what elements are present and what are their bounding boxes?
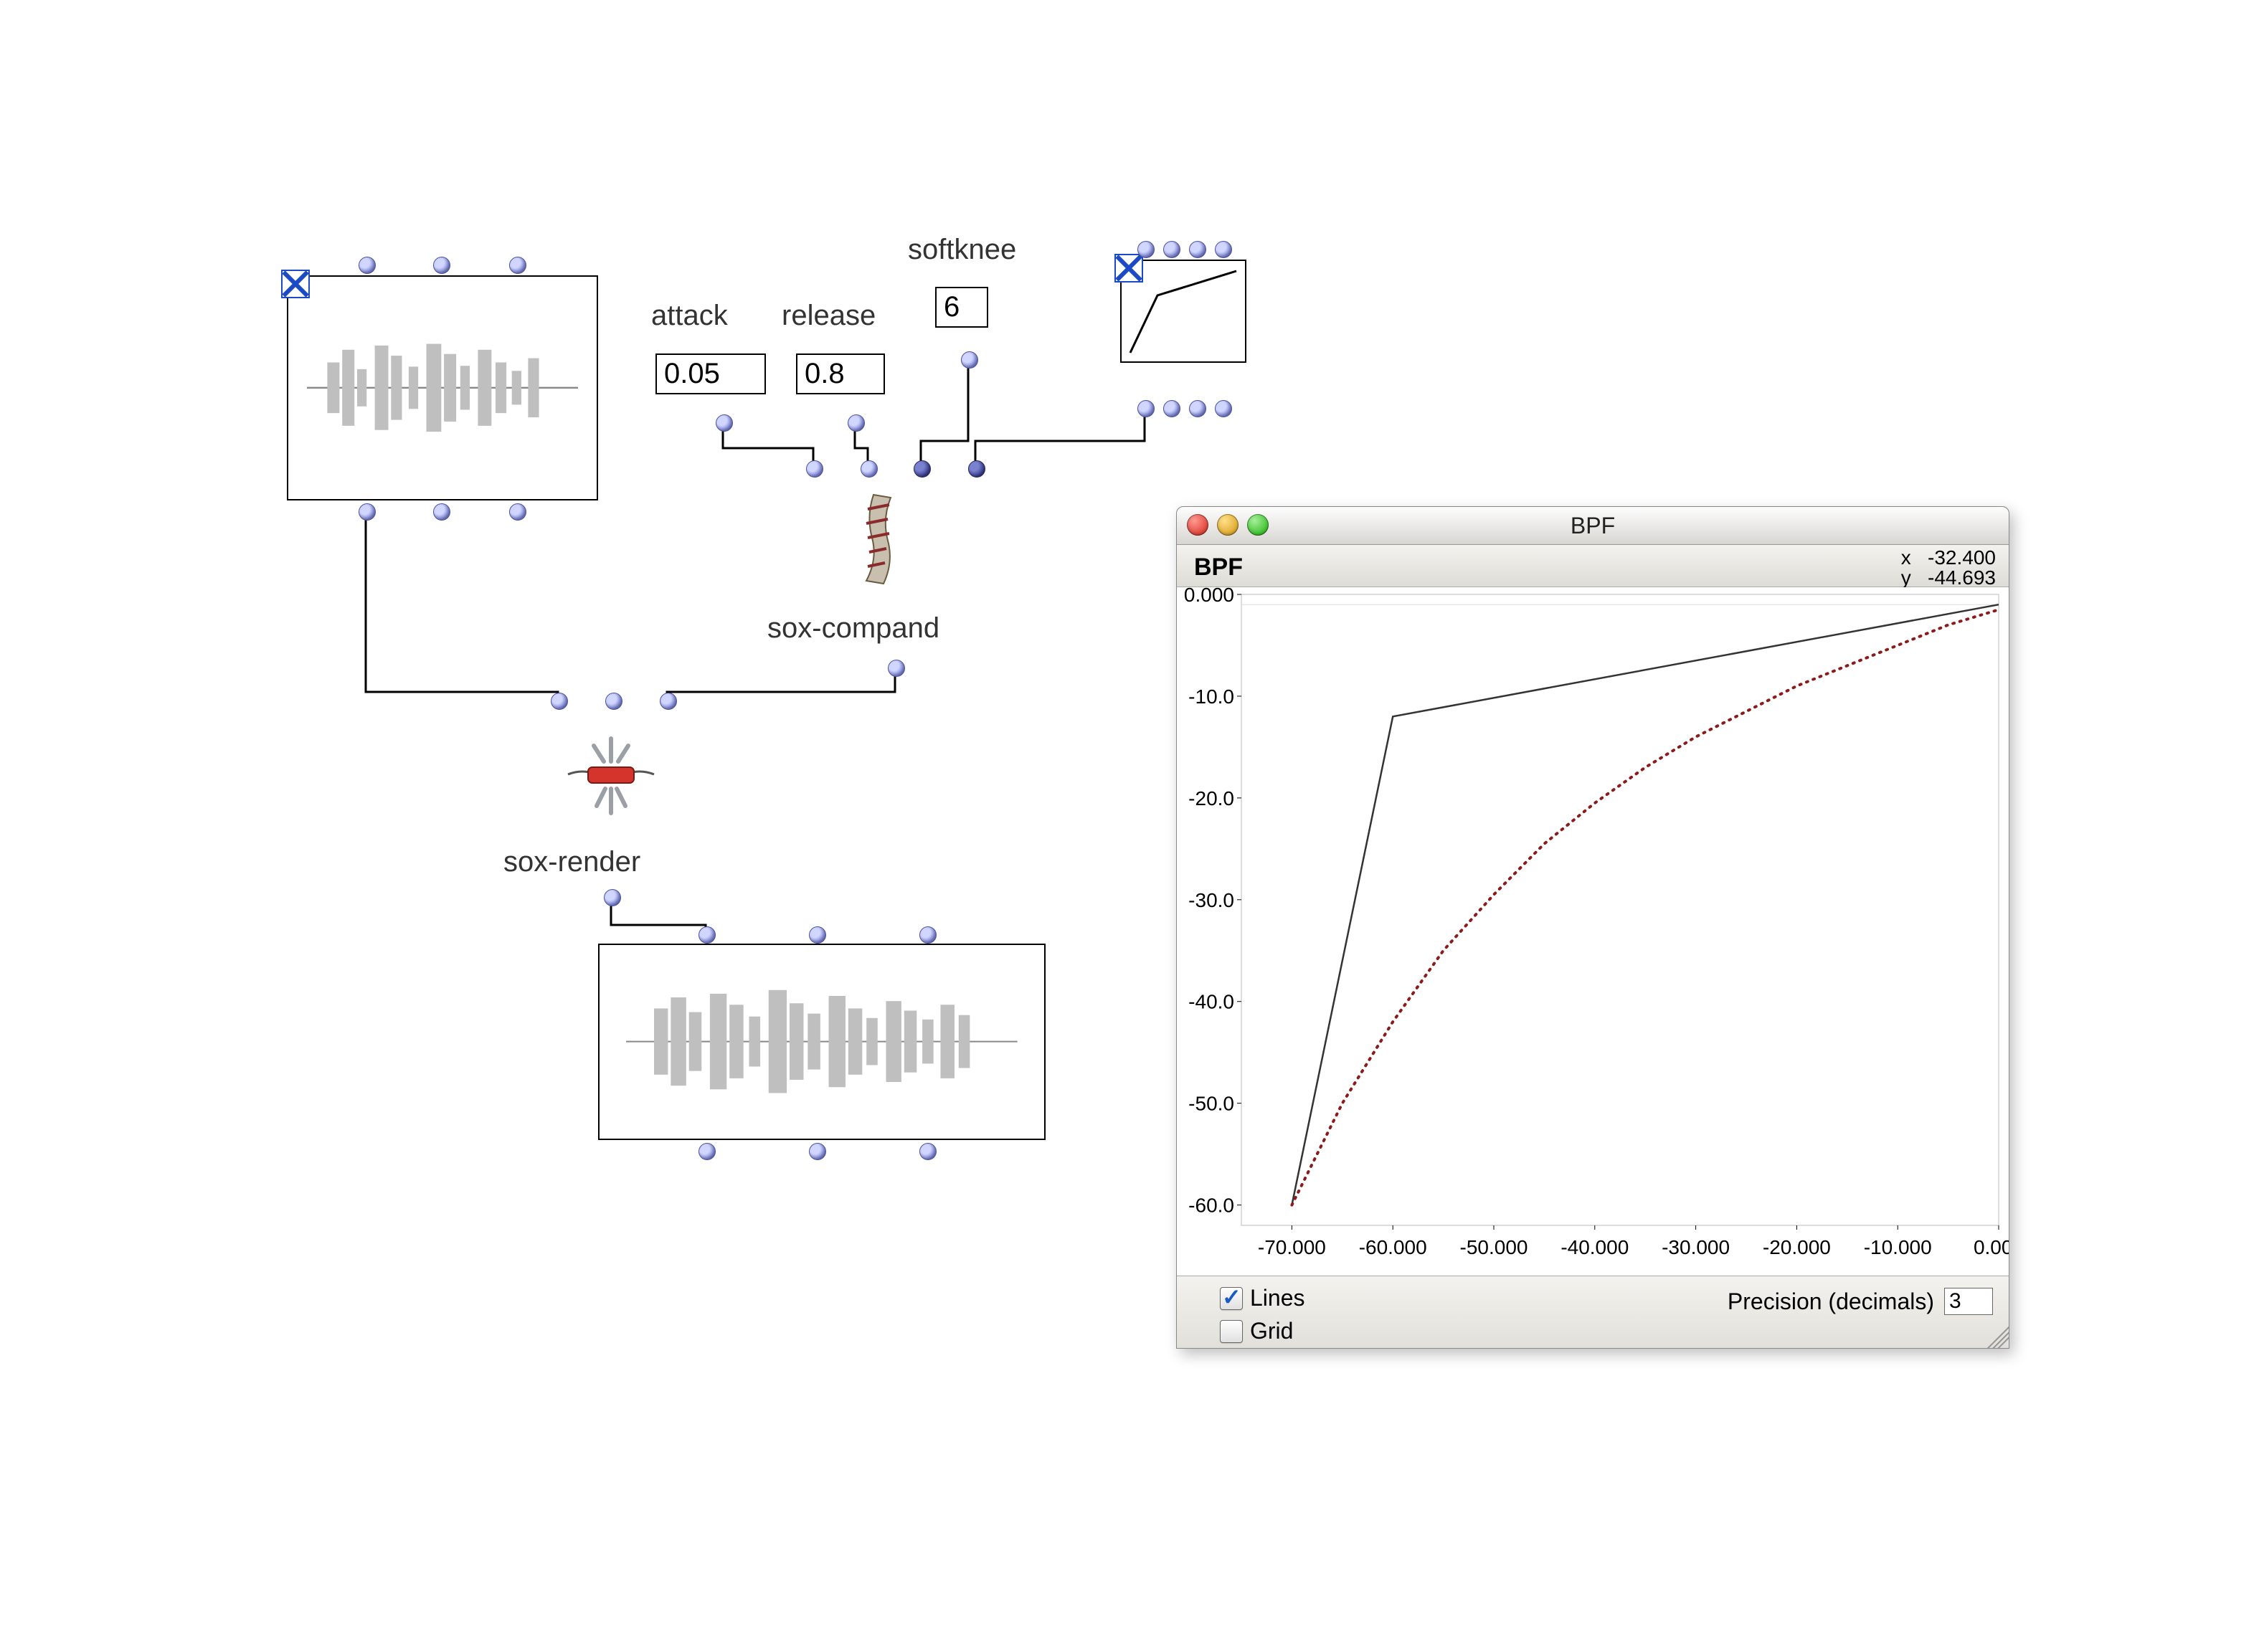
window-title: BPF xyxy=(1571,513,1615,539)
bpf-plot[interactable]: 0.000 -10.0 -20.0 -30.0 -40.0 -50.0 -60.0 -70.0… xyxy=(1177,587,2009,1276)
bpf-thumbnail-node[interactable] xyxy=(1120,260,1246,363)
svg-text:-40.0: -40.0 xyxy=(1188,991,1234,1013)
port[interactable] xyxy=(433,503,450,521)
waveform-input-node[interactable] xyxy=(287,275,598,500)
port[interactable] xyxy=(605,693,622,710)
zoom-icon[interactable] xyxy=(1247,514,1269,536)
port[interactable] xyxy=(888,660,905,677)
close-icon[interactable] xyxy=(281,270,310,298)
close-icon[interactable] xyxy=(1187,514,1208,536)
lines-checkbox[interactable]: Lines xyxy=(1220,1285,1305,1311)
port[interactable] xyxy=(968,460,985,478)
port[interactable] xyxy=(1163,241,1180,258)
port[interactable] xyxy=(509,503,526,521)
svg-text:-60.0: -60.0 xyxy=(1188,1195,1234,1217)
waveform-output-node[interactable] xyxy=(598,944,1046,1140)
port[interactable] xyxy=(1137,400,1155,417)
port[interactable] xyxy=(604,889,621,906)
port[interactable] xyxy=(433,257,450,274)
svg-text:-10.0: -10.0 xyxy=(1188,685,1234,708)
sox-compand-label: sox-compand xyxy=(767,612,939,645)
release-label: release xyxy=(782,300,876,332)
svg-text:-30.0: -30.0 xyxy=(1188,889,1234,911)
release-input[interactable]: 0.8 xyxy=(796,353,885,394)
sox-render-label: sox-render xyxy=(503,846,640,878)
port[interactable] xyxy=(919,1143,937,1160)
port[interactable] xyxy=(509,257,526,274)
svg-text:-70.000: -70.000 xyxy=(1258,1236,1326,1258)
svg-text:-30.000: -30.000 xyxy=(1662,1236,1730,1258)
titlebar[interactable]: BPF xyxy=(1177,507,2009,545)
svg-text:-20.000: -20.000 xyxy=(1763,1236,1831,1258)
port[interactable] xyxy=(359,503,376,521)
port[interactable] xyxy=(1137,241,1155,258)
subtitle-bar: BPF x -32.400 y -44.693 xyxy=(1177,545,2009,587)
softknee-input[interactable]: 6 xyxy=(935,287,988,328)
attack-input[interactable]: 0.05 xyxy=(655,353,766,394)
port[interactable] xyxy=(660,693,677,710)
port[interactable] xyxy=(1215,400,1232,417)
softknee-label: softknee xyxy=(908,234,1016,266)
port[interactable] xyxy=(809,1143,826,1160)
port[interactable] xyxy=(1189,241,1206,258)
port[interactable] xyxy=(861,460,878,478)
svg-text:-20.0: -20.0 xyxy=(1188,787,1234,810)
port[interactable] xyxy=(961,351,978,369)
port[interactable] xyxy=(914,460,931,478)
close-icon[interactable] xyxy=(1114,254,1143,283)
port[interactable] xyxy=(809,926,826,944)
svg-text:0.000: 0.000 xyxy=(1974,1236,2009,1258)
svg-text:-50.000: -50.000 xyxy=(1460,1236,1528,1258)
svg-text:-10.000: -10.000 xyxy=(1864,1236,1932,1258)
svg-text:-50.0: -50.0 xyxy=(1188,1093,1234,1115)
port[interactable] xyxy=(848,414,865,432)
waveform-icon xyxy=(307,303,578,473)
bpf-window[interactable]: BPF BPF x -32.400 y -44.693 0.000 -10.0 -2… xyxy=(1176,506,2009,1349)
port[interactable] xyxy=(359,257,376,274)
bpf-subtitle: BPF xyxy=(1194,554,1243,581)
port[interactable] xyxy=(1215,241,1232,258)
port[interactable] xyxy=(1163,400,1180,417)
port[interactable] xyxy=(551,693,568,710)
svg-text:0.000: 0.000 xyxy=(1184,587,1234,606)
sox-compand-icon xyxy=(852,488,924,588)
port[interactable] xyxy=(716,414,733,432)
plot-controls: Lines Grid Precision (decimals) xyxy=(1177,1276,2009,1348)
minimize-icon[interactable] xyxy=(1217,514,1239,536)
grid-checkbox[interactable]: Grid xyxy=(1220,1318,1293,1344)
port[interactable] xyxy=(919,926,937,944)
port[interactable] xyxy=(698,1143,716,1160)
precision-label: Precision (decimals) xyxy=(1728,1288,1934,1315)
waveform-icon xyxy=(626,968,1018,1115)
resize-handle[interactable] xyxy=(1987,1326,2009,1348)
svg-text:-60.000: -60.000 xyxy=(1359,1236,1427,1258)
port[interactable] xyxy=(1189,400,1206,417)
svg-text:-40.000: -40.000 xyxy=(1561,1236,1629,1258)
port[interactable] xyxy=(806,460,823,478)
port[interactable] xyxy=(698,926,716,944)
sox-render-icon xyxy=(554,717,668,832)
precision-input[interactable] xyxy=(1944,1288,1993,1315)
cursor-readout: x -32.400 y -44.693 xyxy=(1901,548,1996,588)
attack-label: attack xyxy=(651,300,728,332)
